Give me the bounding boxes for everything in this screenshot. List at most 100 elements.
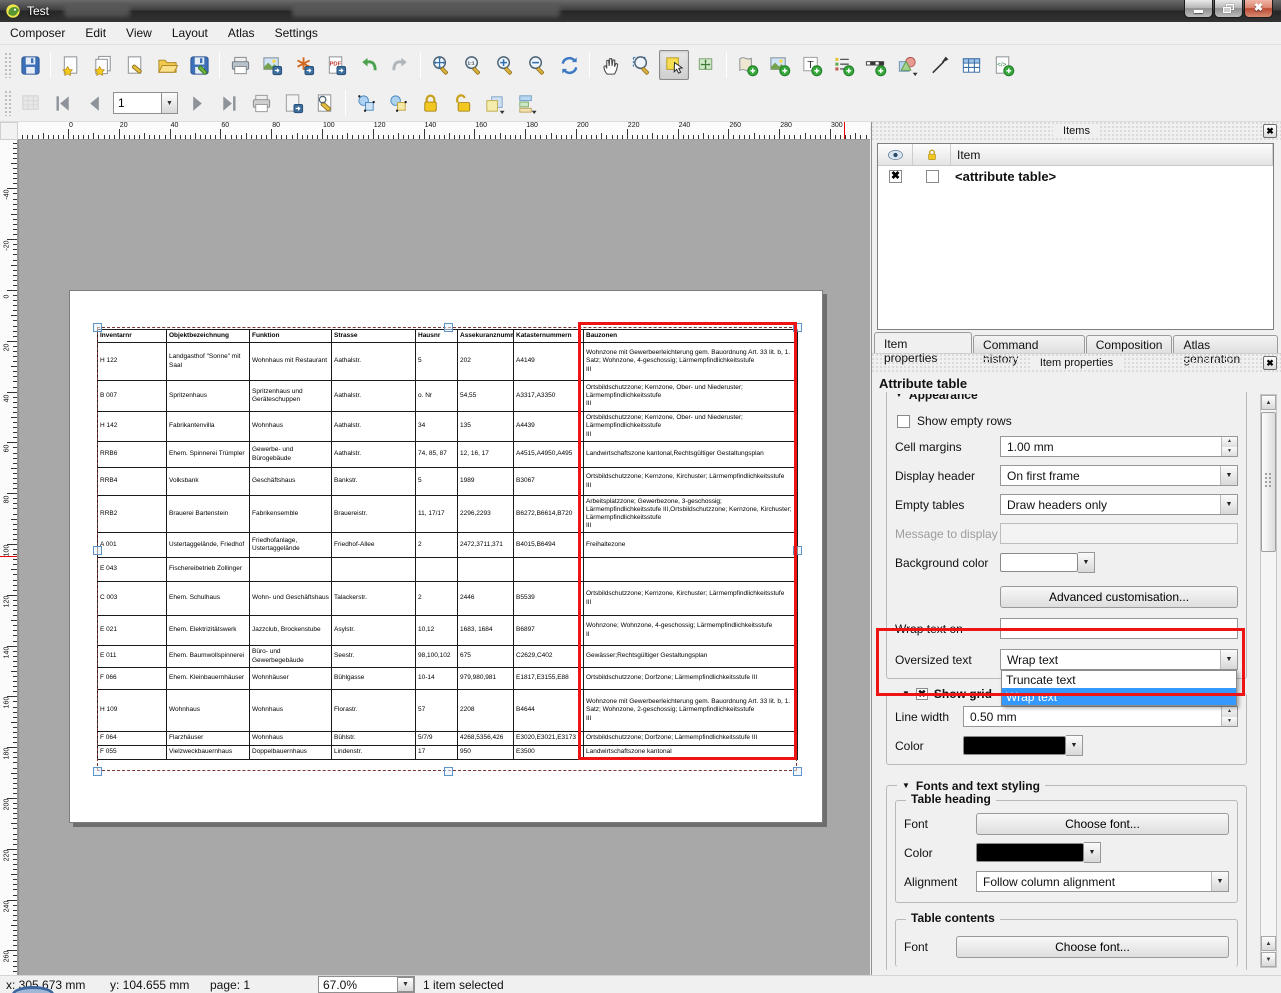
tab-item-properties[interactable]: Item properties <box>874 332 972 353</box>
visibility-checkbox[interactable]: ✖ <box>889 170 902 183</box>
chevron-down-icon[interactable]: ▼ <box>1220 495 1237 514</box>
composition-canvas[interactable]: InventarnrObjektbezeichnungFunktionStras… <box>18 140 870 975</box>
chevron-down-icon[interactable]: ▼ <box>397 977 414 992</box>
export-as-svg-button[interactable] <box>289 50 319 80</box>
zoom-out-button[interactable] <box>522 50 552 80</box>
add-scalebar-button[interactable] <box>860 50 890 80</box>
refresh-view-button[interactable] <box>554 50 584 80</box>
add-html-frame-button[interactable]: </> <box>988 50 1018 80</box>
save-as-template-button[interactable] <box>184 50 214 80</box>
invert-selection-button[interactable] <box>383 88 413 118</box>
group-items-button[interactable] <box>479 88 509 118</box>
close-button[interactable]: ✖ <box>1244 0 1273 18</box>
chevron-down-icon[interactable]: ▼ <box>1220 466 1237 485</box>
menu-atlas[interactable]: Atlas <box>218 23 265 43</box>
spin-down-icon[interactable]: ▼ <box>1222 447 1237 457</box>
atlas-settings-button[interactable] <box>310 88 340 118</box>
open-composition-button[interactable] <box>152 50 182 80</box>
save-button[interactable] <box>15 50 45 80</box>
oversized-text-combo[interactable]: Wrap text ▼ Truncate text Wrap text <box>1000 649 1238 670</box>
undo-button[interactable] <box>353 50 383 80</box>
atlas-page-combo[interactable]: ▼ <box>113 92 178 114</box>
heading-color-swatch[interactable] <box>976 843 1084 862</box>
add-image-button[interactable] <box>764 50 794 80</box>
chevron-down-icon[interactable]: ▼ <box>1066 735 1083 756</box>
item-row-attribute-table[interactable]: ✖ <attribute table> <box>878 166 1273 187</box>
close-icon[interactable]: ✖ <box>1263 356 1277 370</box>
toolbar-drag-handle[interactable] <box>4 90 12 116</box>
select-all-items-button[interactable] <box>351 88 381 118</box>
option-truncate-text[interactable]: Truncate text <box>1002 671 1236 688</box>
scroll-up-icon[interactable]: ▲ <box>1261 395 1276 410</box>
contents-choose-font-button[interactable]: Choose font... <box>956 936 1229 958</box>
paper-page[interactable]: InventarnrObjektbezeichnungFunktionStras… <box>69 290 823 823</box>
spin-down-icon[interactable]: ▼ <box>1222 717 1237 727</box>
unlock-all-items-button[interactable] <box>447 88 477 118</box>
tab-atlas-generation[interactable]: Atlas generation <box>1173 335 1278 353</box>
select-move-item-button[interactable] <box>659 50 689 80</box>
preview-atlas-button[interactable] <box>15 88 45 118</box>
align-items-button[interactable] <box>511 88 541 118</box>
move-item-content-button[interactable] <box>691 50 721 80</box>
zoom-full-button[interactable] <box>426 50 456 80</box>
redo-button[interactable] <box>385 50 415 80</box>
menu-view[interactable]: View <box>116 23 162 43</box>
new-composition-button[interactable] <box>56 50 86 80</box>
selection-handle[interactable] <box>793 767 802 776</box>
zoom-actual-size-button[interactable]: 1:1 <box>458 50 488 80</box>
properties-scrollbar[interactable]: ▲ ▲ ▼ <box>1260 394 1277 968</box>
spin-up-icon[interactable]: ▲ <box>1222 437 1237 447</box>
option-wrap-text[interactable]: Wrap text <box>1002 688 1236 705</box>
print-button[interactable] <box>225 50 255 80</box>
menu-edit[interactable]: Edit <box>75 23 116 43</box>
export-atlas-button[interactable] <box>278 88 308 118</box>
toolbar-drag-handle[interactable] <box>4 52 12 78</box>
grid-color-swatch[interactable] <box>963 736 1066 755</box>
spin-up-icon[interactable]: ▲ <box>1222 707 1237 717</box>
attribute-table-item[interactable]: InventarnrObjektbezeichnungFunktionStras… <box>97 329 798 760</box>
add-arrow-button[interactable] <box>924 50 954 80</box>
show-grid-checkbox[interactable]: ✖ <box>916 688 928 700</box>
zoom-in-button[interactable] <box>490 50 520 80</box>
add-new-map-button[interactable] <box>732 50 762 80</box>
export-as-image-button[interactable] <box>257 50 287 80</box>
selection-handle[interactable] <box>793 323 802 332</box>
restore-button[interactable] <box>1214 0 1243 18</box>
heading-choose-font-button[interactable]: Choose font... <box>976 813 1229 835</box>
selection-handle[interactable] <box>793 546 802 555</box>
chevron-down-icon[interactable]: ▼ <box>1211 872 1228 891</box>
selection-handle[interactable] <box>444 767 453 776</box>
selection-handle[interactable] <box>93 323 102 332</box>
tab-composition[interactable]: Composition <box>1086 335 1173 353</box>
menu-layout[interactable]: Layout <box>162 23 218 43</box>
export-as-pdf-button[interactable]: PDF <box>321 50 351 80</box>
add-legend-button[interactable] <box>828 50 858 80</box>
zoom-level-combo[interactable]: 67.0% ▼ <box>318 976 415 993</box>
heading-alignment-combo[interactable]: Follow column alignment ▼ <box>976 871 1229 892</box>
add-shape-button[interactable] <box>892 50 922 80</box>
chevron-down-icon[interactable]: ▼ <box>1220 650 1237 669</box>
fonts-group-header[interactable]: ▼ Fonts and text styling <box>897 779 1045 793</box>
show-grid-group-header[interactable]: ▼ ✖ Show grid <box>897 687 997 701</box>
display-header-combo[interactable]: On first frame ▼ <box>1000 465 1238 486</box>
scroll-up-icon[interactable]: ▲ <box>1261 936 1276 951</box>
previous-feature-button[interactable] <box>79 88 109 118</box>
pan-button[interactable] <box>595 50 625 80</box>
background-color-swatch[interactable] <box>1000 553 1078 572</box>
duplicate-composition-button[interactable] <box>88 50 118 80</box>
first-feature-button[interactable] <box>47 88 77 118</box>
last-feature-button[interactable] <box>214 88 244 118</box>
chevron-down-icon[interactable]: ▼ <box>161 92 178 114</box>
menu-settings[interactable]: Settings <box>265 23 328 43</box>
tab-command-history[interactable]: Command history <box>973 335 1085 353</box>
add-attribute-table-button[interactable] <box>956 50 986 80</box>
show-empty-rows-checkbox[interactable] <box>897 415 910 428</box>
advanced-customisation-button[interactable]: Advanced customisation... <box>1000 586 1238 608</box>
minimize-button[interactable] <box>1184 0 1213 18</box>
lock-checkbox[interactable] <box>926 170 939 183</box>
selection-handle[interactable] <box>93 767 102 776</box>
wrap-text-on-input[interactable] <box>1000 618 1238 639</box>
add-label-button[interactable]: T <box>796 50 826 80</box>
lock-selected-items-button[interactable] <box>415 88 445 118</box>
cell-margins-spinbox[interactable]: 1.00 mm ▲ ▼ <box>1000 436 1238 457</box>
